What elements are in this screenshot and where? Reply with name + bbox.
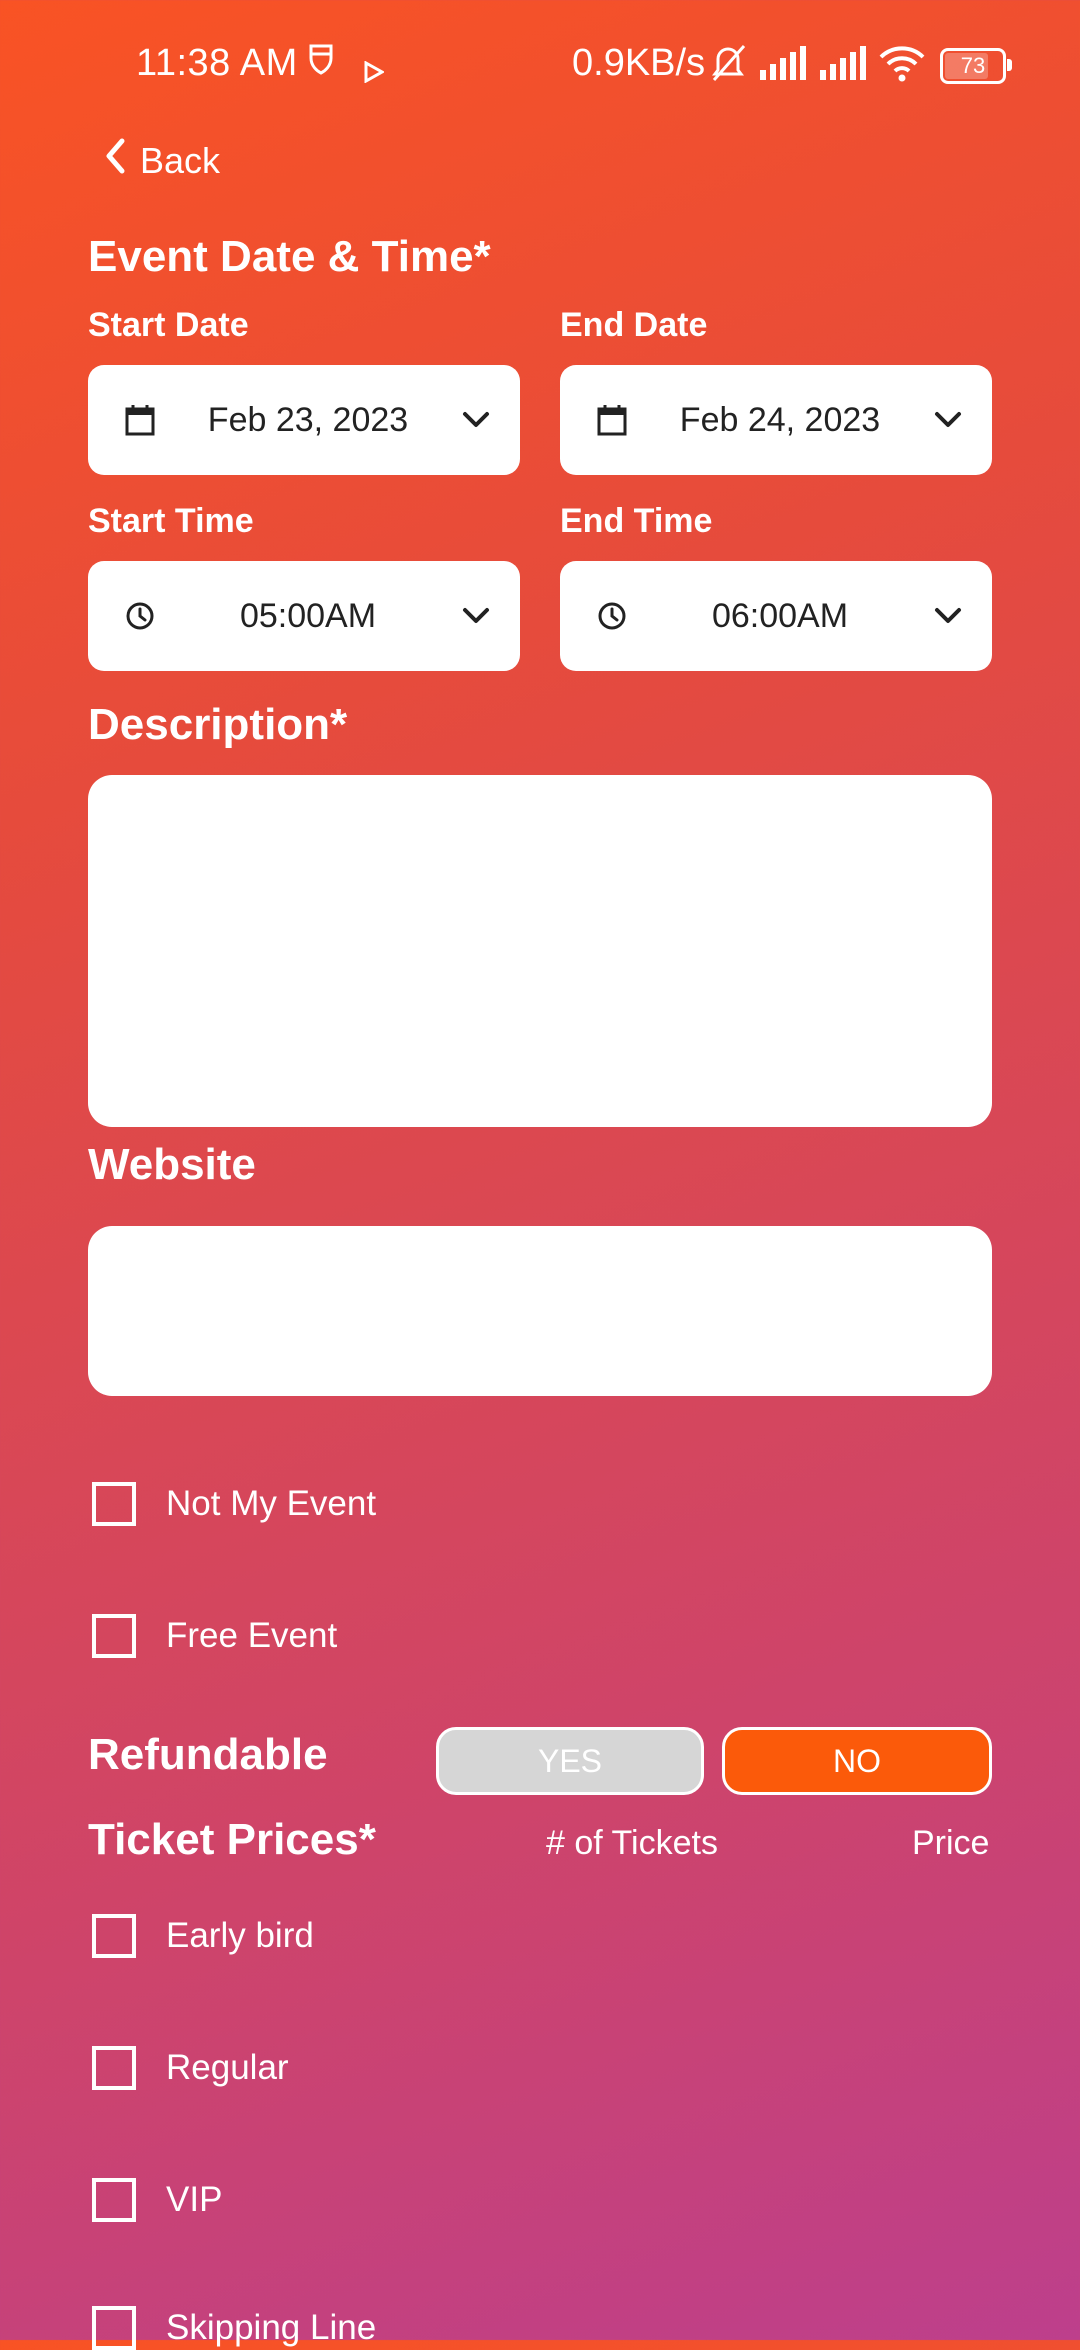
checkbox-box[interactable] bbox=[92, 2306, 136, 2350]
ticket-prices-heading: Ticket Prices* bbox=[88, 1815, 376, 1864]
chevron-down-icon bbox=[444, 607, 508, 625]
no-label: NO bbox=[833, 1742, 881, 1779]
back-button[interactable]: Back bbox=[104, 138, 220, 183]
checkbox-box[interactable] bbox=[92, 2046, 136, 2090]
network-speed: 0.9KB/s bbox=[572, 42, 706, 84]
end-time-picker[interactable]: 06:00AM bbox=[560, 561, 992, 671]
ticket-type-label: Regular bbox=[166, 2048, 289, 2087]
not-my-event-label: Not My Event bbox=[166, 1484, 377, 1523]
checkbox-box[interactable] bbox=[92, 1614, 136, 1658]
battery-level: 73 bbox=[960, 53, 986, 78]
status-time: 11:38 AM bbox=[136, 42, 298, 84]
status-bar: 11:38 AM 0.9KB/s 73 bbox=[0, 0, 1080, 125]
refundable-yes-button[interactable]: YES bbox=[436, 1727, 704, 1795]
website-input[interactable] bbox=[88, 1226, 992, 1396]
start-time-picker[interactable]: 05:00AM bbox=[88, 561, 520, 671]
ticket-type-checkbox[interactable]: VIP bbox=[88, 2178, 222, 2222]
start-time-value: 05:00AM bbox=[239, 596, 377, 635]
website-heading: Website bbox=[88, 1140, 256, 1189]
back-label: Back bbox=[140, 139, 221, 181]
start-date-value: Feb 23, 2023 bbox=[207, 400, 409, 439]
not-my-event-checkbox[interactable]: Not My Event bbox=[88, 1482, 376, 1526]
ticket-type-checkbox[interactable]: Skipping Line bbox=[88, 2306, 376, 2350]
start-date-picker[interactable]: Feb 23, 2023 bbox=[88, 365, 520, 475]
ticket-type-checkbox[interactable]: Early bird bbox=[88, 1914, 314, 1958]
mute-bell-icon bbox=[710, 42, 746, 92]
price-column-header: Price bbox=[912, 1824, 990, 1862]
start-time-label: Start Time bbox=[88, 502, 254, 540]
ticket-type-label: VIP bbox=[166, 2180, 223, 2219]
checkbox-box[interactable] bbox=[92, 1482, 136, 1526]
checkbox-box[interactable] bbox=[92, 2178, 136, 2222]
ticket-type-checkbox[interactable]: Regular bbox=[88, 2046, 289, 2090]
calendar-icon bbox=[108, 404, 172, 436]
chevron-down-icon bbox=[444, 411, 508, 429]
refundable-no-button[interactable]: NO bbox=[722, 1727, 992, 1795]
checkbox-box[interactable] bbox=[92, 1914, 136, 1958]
clock-icon bbox=[580, 601, 644, 631]
wifi-icon bbox=[878, 44, 926, 92]
end-date-picker[interactable]: Feb 24, 2023 bbox=[560, 365, 992, 475]
ticket-type-label: Early bird bbox=[166, 1916, 314, 1955]
signal-icon bbox=[758, 46, 810, 90]
signal-icon bbox=[818, 46, 870, 90]
chevron-left-icon bbox=[104, 138, 140, 183]
chevron-down-icon bbox=[916, 607, 980, 625]
end-time-value: 06:00AM bbox=[711, 596, 849, 635]
description-heading: Description* bbox=[88, 700, 348, 749]
end-date-label: End Date bbox=[560, 306, 708, 344]
event-datetime-heading: Event Date & Time* bbox=[88, 232, 491, 281]
shield-icon bbox=[308, 42, 334, 86]
start-date-label: Start Date bbox=[88, 306, 249, 344]
calendar-icon bbox=[580, 404, 644, 436]
refundable-label: Refundable bbox=[88, 1730, 328, 1779]
clock-icon bbox=[108, 601, 172, 631]
play-icon bbox=[362, 50, 386, 93]
chevron-down-icon bbox=[916, 411, 980, 429]
end-time-label: End Time bbox=[560, 502, 713, 540]
yes-label: YES bbox=[537, 1742, 603, 1779]
end-date-value: Feb 24, 2023 bbox=[679, 400, 881, 439]
free-event-checkbox[interactable]: Free Event bbox=[88, 1614, 337, 1658]
tickets-count-column-header: # of Tickets bbox=[546, 1824, 718, 1862]
battery-icon: 73 bbox=[940, 48, 1012, 84]
description-input[interactable] bbox=[88, 775, 992, 1127]
ticket-type-label: Skipping Line bbox=[166, 2308, 377, 2347]
free-event-label: Free Event bbox=[166, 1616, 338, 1655]
